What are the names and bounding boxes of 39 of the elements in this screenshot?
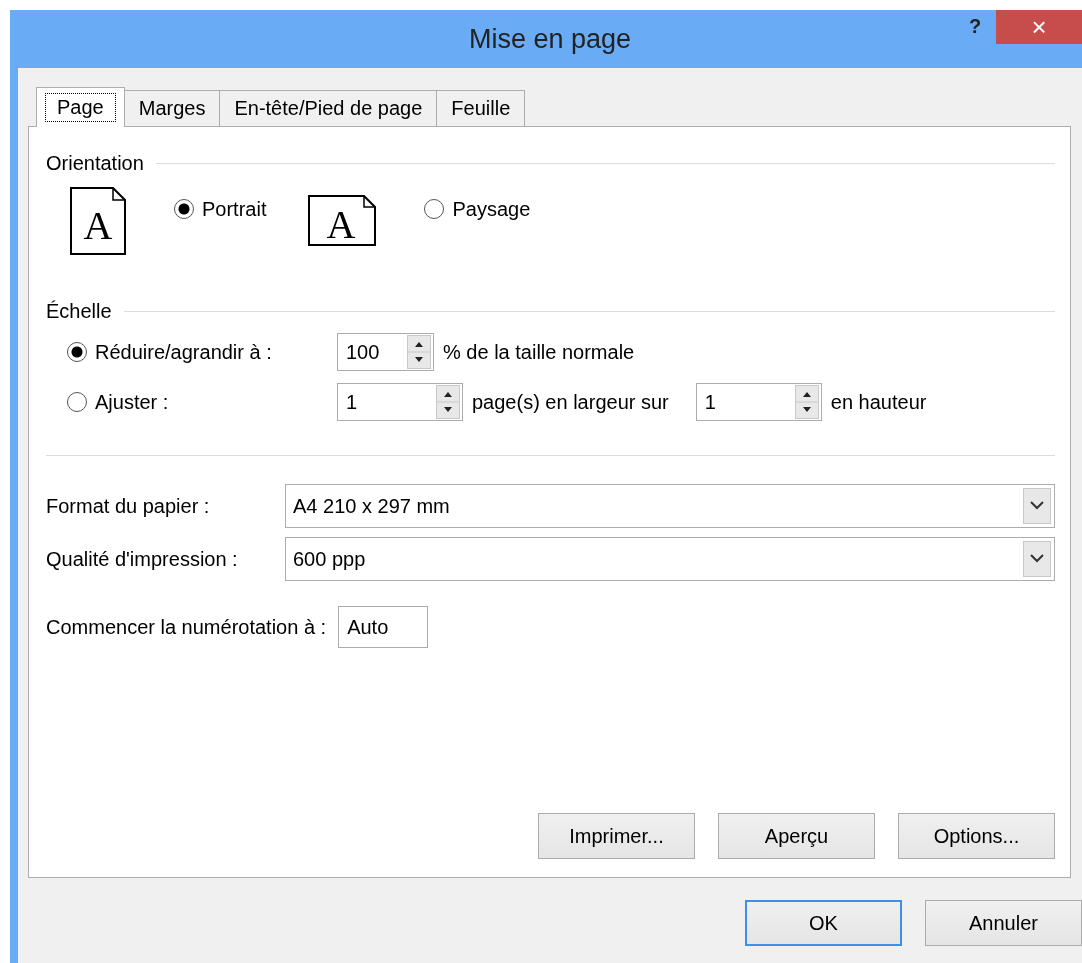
dialog-button[interactable]: Options... [898,813,1055,859]
landscape-page-icon: A [308,195,377,246]
portrait-page-icon: A [70,187,126,255]
radio-button[interactable] [67,342,87,362]
field-label: en hauteur [830,390,927,414]
field-label: Format du papier : [46,494,211,518]
field-label: page(s) en largeur sur [472,390,669,414]
spin-arrows-icon [436,385,460,419]
section-heading: Orientation [46,151,144,175]
dialog-button[interactable]: Annuler [925,900,1082,946]
tab[interactable]: Feuille [436,90,526,126]
spin-field[interactable]: 100 [337,333,434,371]
field-label: Commencer la numérotation à : [46,615,327,639]
dropdown[interactable]: A4 210 x 297 mm [285,484,1055,528]
spin-field[interactable]: 1 [695,383,822,421]
spin-field[interactable]: 1 [337,383,463,421]
chevron-down-icon [1023,488,1051,524]
chevron-down-icon [1023,541,1051,577]
tab[interactable]: Page [36,87,125,127]
radio-button[interactable] [67,392,87,412]
window-title: Mise en page [468,23,632,55]
radio-option[interactable]: Ajuster : [67,388,328,416]
radio-option[interactable]: Réduire/agrandir à : [67,338,328,366]
spin-arrows-icon [794,385,819,419]
input-field[interactable]: Auto [338,606,429,648]
field-label: % de la taille normale [443,340,635,364]
radio-button[interactable] [174,199,194,219]
dialog-button[interactable]: Aperçu [718,813,875,859]
spin-arrows-icon [407,335,431,369]
radio-button[interactable] [424,199,445,219]
radio-option[interactable]: Portrait [174,195,267,223]
dialog-button[interactable]: Imprimer... [538,813,695,859]
dropdown[interactable]: 600 ppp [285,537,1055,581]
radio-option[interactable]: Paysage [424,195,531,223]
close-button[interactable]: × [996,10,1082,44]
dialog-button[interactable]: OK [745,900,902,946]
help-button[interactable]: ? [960,10,990,42]
section-heading: Échelle [46,299,112,323]
field-label: Qualité d'impression : [46,547,239,571]
